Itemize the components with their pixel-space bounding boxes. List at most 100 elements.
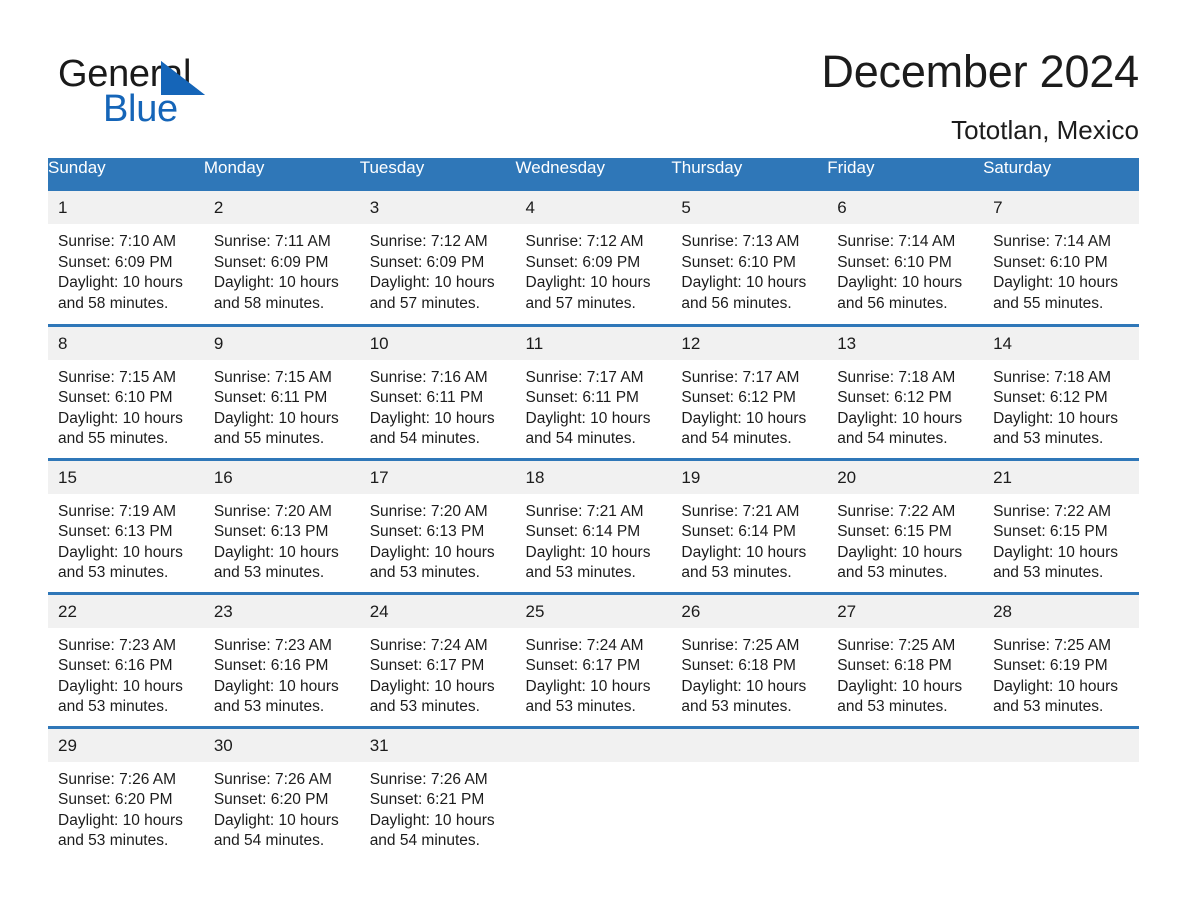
daylight-line-1: Daylight: 10 hours (993, 409, 1118, 427)
day-details: Sunrise: 7:16 AM Sunset: 6:11 PM Daylight:… (360, 360, 516, 450)
calendar-cell-empty (515, 725, 672, 861)
day-number: 28 (983, 594, 1139, 628)
daylight-line-1: Daylight: 10 hours (213, 409, 339, 427)
calendar-day-cell[interactable]: 5 Sunrise: 7:13 AM Sunset: 6:10 PM Daylight… (671, 191, 828, 325)
sunset-time: Sunset: 6:12 PM (681, 389, 796, 406)
weekday-header-sunday: Sunday (48, 158, 204, 191)
daylight-line-1: Daylight: 10 hours (213, 274, 339, 291)
calendar-day-cell[interactable]: 11 Sunrise: 7:17 AM Sunset: 6:11 PM Dayligh… (515, 323, 672, 459)
sunrise-time: Sunrise: 7:15 AM (58, 368, 177, 386)
sunset-time: Sunset: 6:12 PM (837, 389, 952, 406)
day-number: 30 (203, 728, 360, 762)
daylight-line-1: Daylight: 10 hours (993, 274, 1118, 291)
calendar-day-cell[interactable]: 21 Sunrise: 7:22 AM Sunset: 6:15 PM Dayligh… (983, 457, 1139, 593)
calendar-day-cell[interactable]: 12 Sunrise: 7:17 AM Sunset: 6:12 PM Dayligh… (671, 323, 828, 459)
weekday-header-saturday: Saturday (983, 158, 1139, 191)
daylight-line-2: and 54 minutes. (213, 832, 325, 849)
sunset-time: Sunset: 6:18 PM (681, 657, 796, 674)
calendar-day-cell[interactable]: 16 Sunrise: 7:20 AM Sunset: 6:13 PM Dayligh… (203, 457, 360, 593)
day-number: 9 (203, 326, 360, 360)
calendar-day-cell[interactable]: 23 Sunrise: 7:23 AM Sunset: 6:16 PM Dayligh… (203, 591, 360, 727)
sunrise-time: Sunrise: 7:25 AM (837, 636, 956, 654)
calendar-day-cell[interactable]: 15 Sunrise: 7:19 AM Sunset: 6:13 PM Dayligh… (48, 457, 204, 593)
calendar-day-cell[interactable]: 28 Sunrise: 7:25 AM Sunset: 6:19 PM Dayligh… (983, 591, 1139, 727)
calendar-day-cell[interactable]: 26 Sunrise: 7:25 AM Sunset: 6:18 PM Dayligh… (671, 591, 828, 727)
daylight-line-2: and 57 minutes. (525, 294, 636, 312)
calendar-day-cell[interactable]: 24 Sunrise: 7:24 AM Sunset: 6:17 PM Dayligh… (359, 591, 516, 727)
daylight-line-1: Daylight: 10 hours (369, 543, 495, 561)
daylight-line-2: and 53 minutes. (525, 698, 636, 715)
daylight-line-2: and 53 minutes. (837, 698, 948, 715)
calendar-day-cell[interactable]: 4 Sunrise: 7:12 AM Sunset: 6:09 PM Daylight… (515, 191, 672, 325)
calendar-cell-empty (983, 725, 1139, 861)
calendar-week-row: 8 Sunrise: 7:15 AM Sunset: 6:10 PM Daylight… (48, 323, 1139, 459)
day-details: Sunrise: 7:11 AM Sunset: 6:09 PM Daylight:… (204, 224, 360, 314)
daylight-line-1: Daylight: 10 hours (525, 677, 651, 695)
daylight-line-2: and 53 minutes. (369, 698, 480, 715)
calendar-day-cell[interactable]: 3 Sunrise: 7:12 AM Sunset: 6:09 PM Daylight… (359, 191, 516, 325)
daylight-line-1: Daylight: 10 hours (369, 409, 495, 427)
sunset-time: Sunset: 6:11 PM (525, 389, 639, 406)
sunrise-time: Sunrise: 7:15 AM (213, 368, 332, 386)
calendar-day-cell[interactable]: 8 Sunrise: 7:15 AM Sunset: 6:10 PM Daylight… (48, 323, 204, 459)
sunrise-time: Sunrise: 7:13 AM (681, 233, 800, 250)
daylight-line-1: Daylight: 10 hours (58, 409, 183, 427)
calendar-day-cell[interactable]: 13 Sunrise: 7:18 AM Sunset: 6:12 PM Dayligh… (827, 323, 984, 459)
day-details: Sunrise: 7:18 AM Sunset: 6:12 PM Daylight:… (827, 360, 983, 450)
daylight-line-2: and 53 minutes. (213, 698, 325, 715)
sunrise-time: Sunrise: 7:22 AM (837, 502, 956, 520)
sunrise-time: Sunrise: 7:26 AM (369, 770, 488, 788)
day-number: 1 (48, 191, 204, 224)
daylight-line-1: Daylight: 10 hours (58, 274, 183, 291)
calendar-page: General Blue December 2024 Tototlan, Mex… (0, 0, 1188, 918)
day-number (983, 728, 1139, 762)
sunset-time: Sunset: 6:13 PM (58, 523, 173, 540)
calendar-day-cell[interactable]: 7 Sunrise: 7:14 AM Sunset: 6:10 PM Daylight… (983, 191, 1139, 325)
sunrise-time: Sunrise: 7:26 AM (213, 770, 332, 788)
day-number: 4 (515, 191, 672, 224)
sunrise-time: Sunrise: 7:17 AM (525, 368, 644, 386)
calendar-day-cell[interactable]: 9 Sunrise: 7:15 AM Sunset: 6:11 PM Daylight… (203, 323, 360, 459)
sunset-time: Sunset: 6:13 PM (213, 523, 329, 540)
calendar-day-cell[interactable]: 18 Sunrise: 7:21 AM Sunset: 6:14 PM Dayligh… (515, 457, 672, 593)
calendar-week-row: 1 Sunrise: 7:10 AM Sunset: 6:09 PM Daylight… (48, 191, 1139, 325)
day-number: 12 (671, 326, 828, 360)
calendar-day-cell[interactable]: 17 Sunrise: 7:20 AM Sunset: 6:13 PM Dayligh… (359, 457, 516, 593)
calendar-day-cell[interactable]: 20 Sunrise: 7:22 AM Sunset: 6:15 PM Dayligh… (827, 457, 984, 593)
calendar-day-cell[interactable]: 31 Sunrise: 7:26 AM Sunset: 6:21 PM Dayligh… (359, 725, 516, 861)
sunset-time: Sunset: 6:11 PM (213, 389, 328, 406)
calendar-day-cell[interactable]: 25 Sunrise: 7:24 AM Sunset: 6:17 PM Dayligh… (515, 591, 672, 727)
day-number: 10 (359, 326, 516, 360)
calendar-day-cell[interactable]: 1 Sunrise: 7:10 AM Sunset: 6:09 PM Daylight… (48, 191, 204, 325)
calendar-day-cell[interactable]: 27 Sunrise: 7:25 AM Sunset: 6:18 PM Dayligh… (827, 591, 984, 727)
sunrise-time: Sunrise: 7:18 AM (837, 368, 956, 386)
day-details: Sunrise: 7:18 AM Sunset: 6:12 PM Daylight:… (983, 360, 1139, 450)
day-number: 5 (671, 191, 828, 224)
sunrise-time: Sunrise: 7:20 AM (213, 502, 332, 520)
calendar-day-cell[interactable]: 6 Sunrise: 7:14 AM Sunset: 6:10 PM Daylight… (827, 191, 984, 325)
calendar-day-cell[interactable]: 29 Sunrise: 7:26 AM Sunset: 6:20 PM Dayligh… (48, 725, 204, 861)
calendar-day-cell[interactable]: 19 Sunrise: 7:21 AM Sunset: 6:14 PM Dayligh… (671, 457, 828, 593)
calendar-day-cell[interactable]: 22 Sunrise: 7:23 AM Sunset: 6:16 PM Dayligh… (48, 591, 204, 727)
daylight-line-1: Daylight: 10 hours (213, 677, 339, 695)
sunrise-time: Sunrise: 7:25 AM (681, 636, 800, 654)
daylight-line-2: and 56 minutes. (681, 294, 792, 312)
calendar-day-cell[interactable]: 10 Sunrise: 7:16 AM Sunset: 6:11 PM Dayligh… (359, 323, 516, 459)
daylight-line-1: Daylight: 10 hours (213, 543, 339, 561)
day-details: Sunrise: 7:24 AM Sunset: 6:17 PM Daylight:… (516, 628, 672, 718)
calendar-day-cell[interactable]: 14 Sunrise: 7:18 AM Sunset: 6:12 PM Dayligh… (983, 323, 1139, 459)
day-details: Sunrise: 7:12 AM Sunset: 6:09 PM Daylight:… (360, 224, 516, 314)
sunset-time: Sunset: 6:15 PM (837, 523, 952, 540)
day-details: Sunrise: 7:26 AM Sunset: 6:20 PM Daylight:… (48, 762, 204, 852)
calendar-day-cell[interactable]: 30 Sunrise: 7:26 AM Sunset: 6:20 PM Dayligh… (203, 725, 360, 861)
daylight-line-1: Daylight: 10 hours (681, 677, 807, 695)
general-blue-logo[interactable]: General Blue (58, 52, 288, 138)
sunset-time: Sunset: 6:21 PM (369, 791, 485, 808)
sunrise-time: Sunrise: 7:24 AM (369, 636, 488, 654)
calendar-day-cell[interactable]: 2 Sunrise: 7:11 AM Sunset: 6:09 PM Daylight… (203, 191, 360, 325)
weekday-header-thursday: Thursday (671, 158, 828, 191)
page-title: December 2024 (821, 46, 1139, 97)
daylight-line-1: Daylight: 10 hours (837, 543, 963, 561)
sunset-time: Sunset: 6:16 PM (213, 657, 329, 674)
daylight-line-1: Daylight: 10 hours (681, 543, 807, 561)
